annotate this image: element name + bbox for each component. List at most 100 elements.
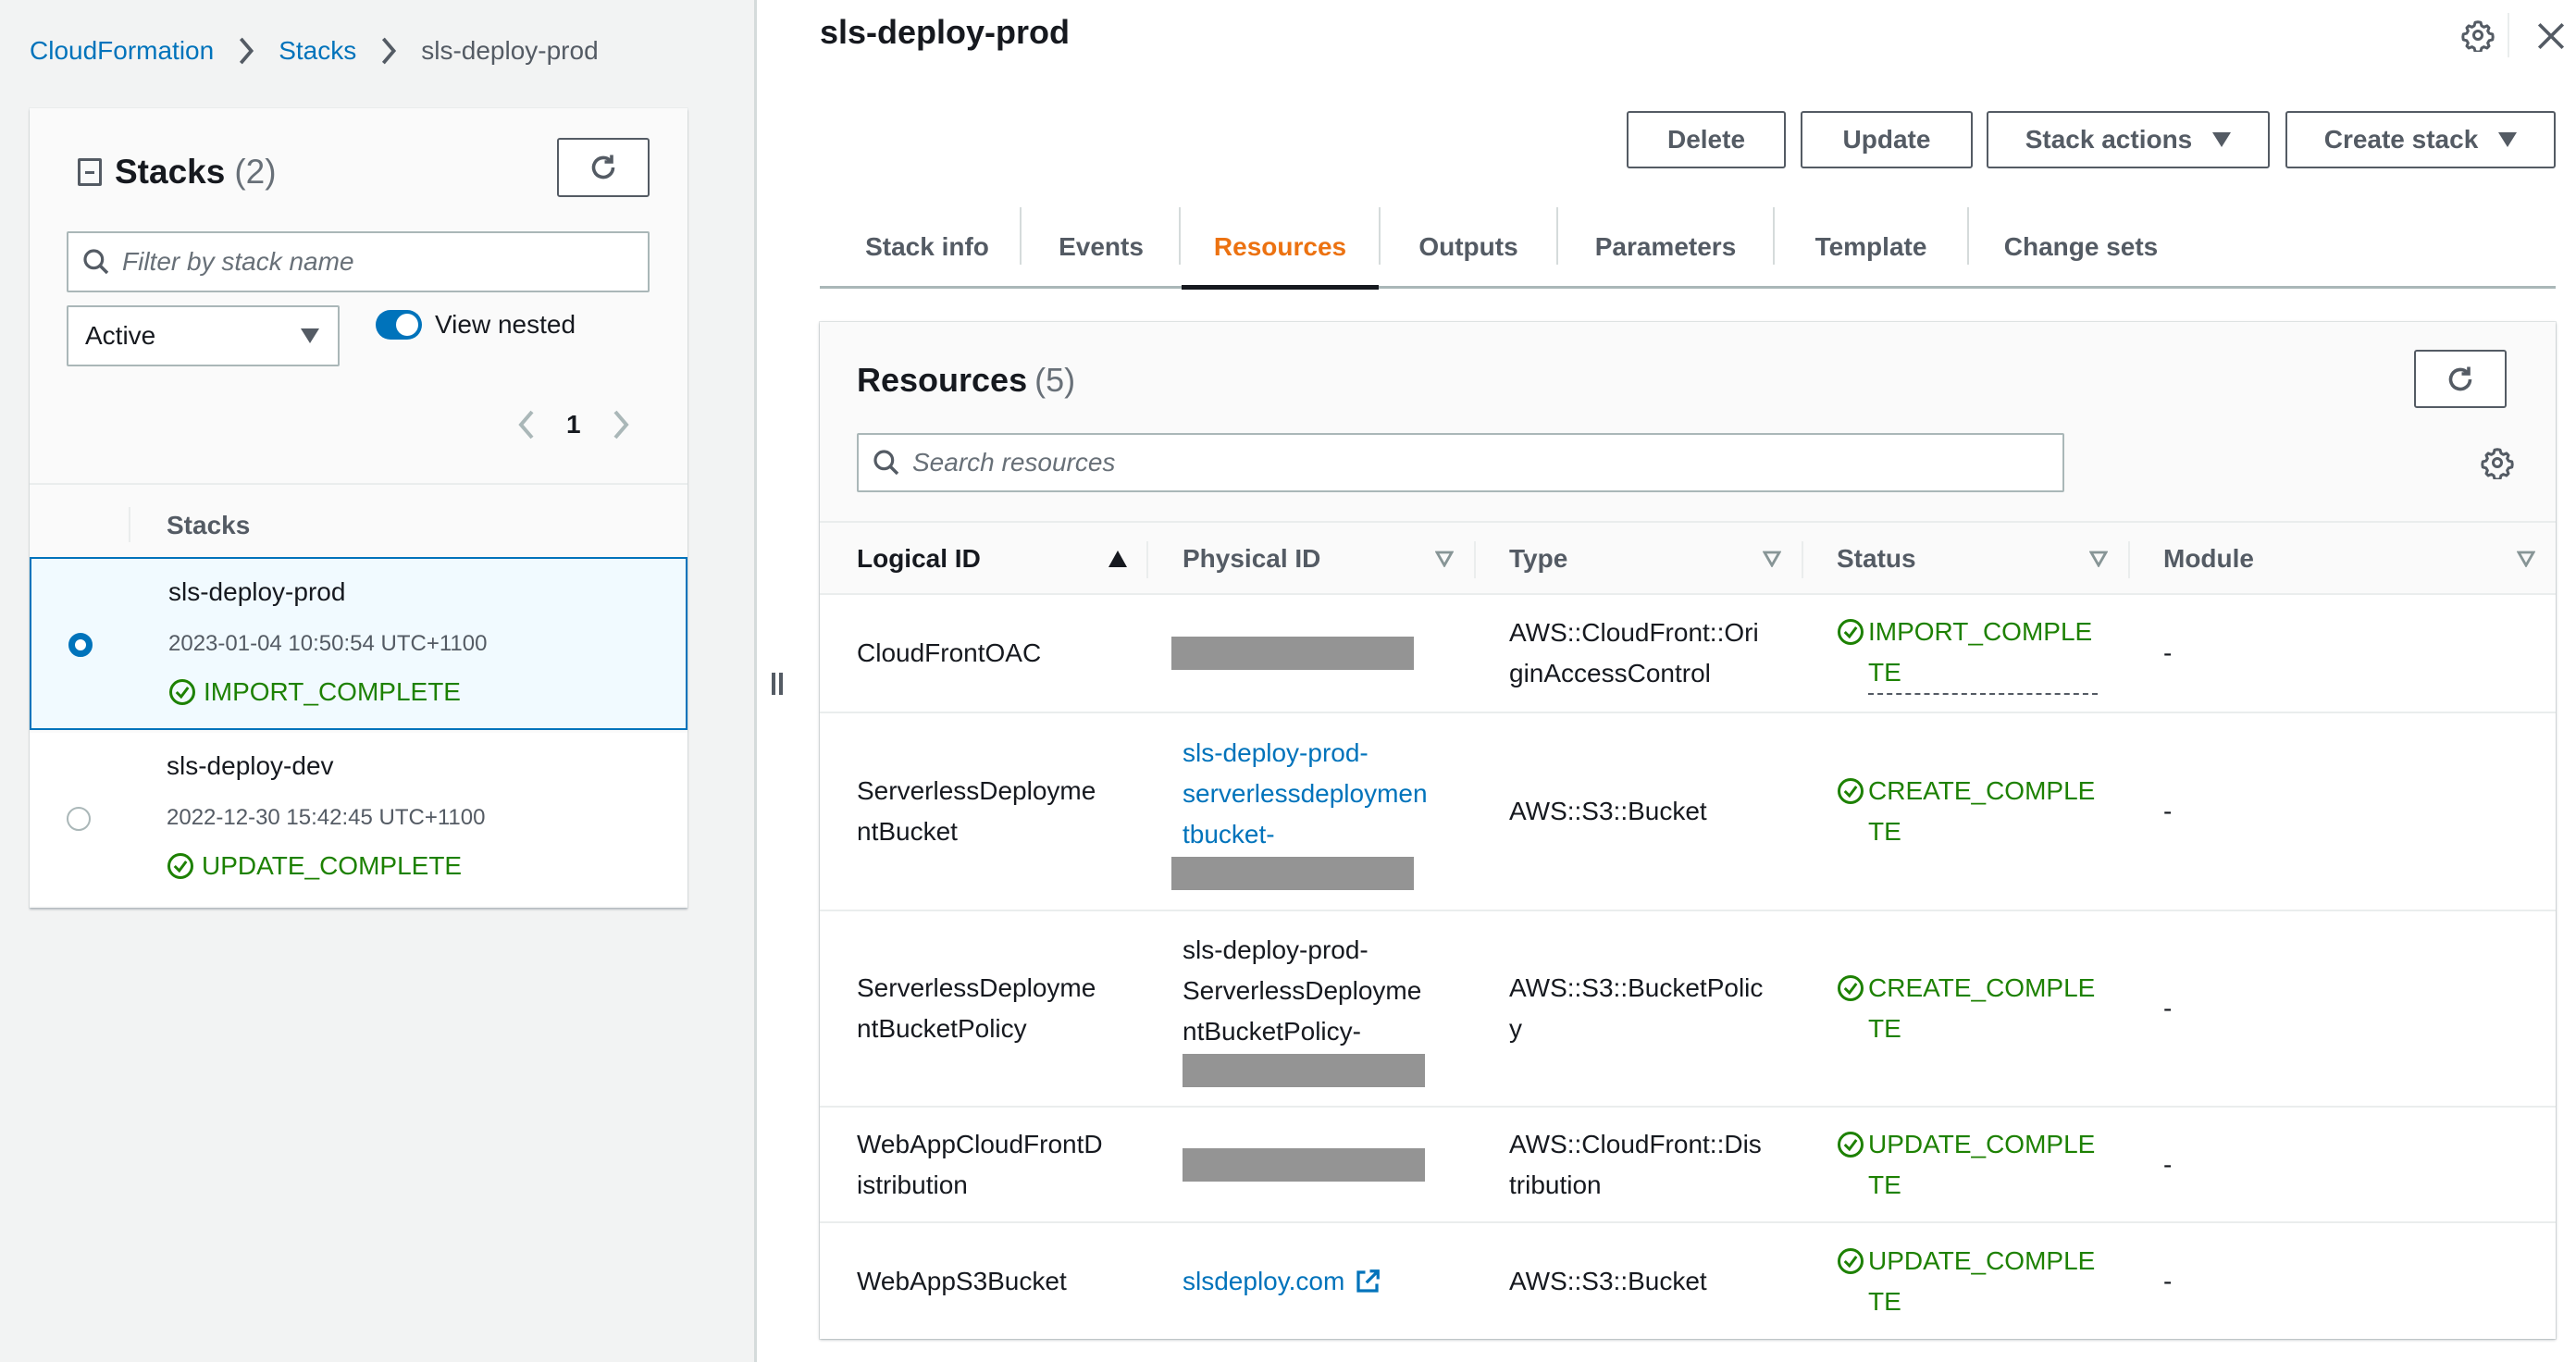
column-header-type[interactable]: Type [1474, 523, 1802, 595]
resources-search-input[interactable] [912, 448, 2062, 477]
stacks-column-header[interactable]: Stacks [167, 511, 250, 540]
create-stack-dropdown[interactable]: Create stack [2285, 111, 2556, 168]
redacted-physical-id [1171, 857, 1414, 890]
tab-resources[interactable]: Resources [1182, 207, 1379, 290]
cell-type: AWS::S3::Bucket [1509, 797, 1707, 825]
stack-row[interactable]: sls-deploy-dev 2022-12-30 15:42:45 UTC+1… [30, 733, 687, 906]
delete-button[interactable]: Delete [1627, 111, 1786, 168]
table-row: CloudFrontOAC AWS::CloudFront::Ori ginAc… [820, 595, 2556, 713]
cell-module: - [2163, 638, 2173, 667]
resources-refresh-button[interactable] [2414, 350, 2507, 408]
stack-radio[interactable] [67, 807, 91, 831]
stack-name: sls-deploy-dev [167, 751, 334, 780]
cell-module: - [2163, 797, 2173, 825]
column-header-status[interactable]: Status [1802, 523, 2128, 595]
tab-divider [1179, 207, 1181, 265]
stack-detail-tabs: Stack info Events Resources Outputs Para… [820, 207, 2556, 290]
external-link-icon[interactable] [1354, 1268, 1381, 1295]
status-badge: CREATE_COMPLE TE [1837, 968, 2095, 1049]
tab-events[interactable]: Events [1022, 207, 1181, 287]
redacted-physical-id [1171, 637, 1414, 670]
collapse-icon[interactable] [78, 158, 102, 186]
table-row: ServerlessDeployme ntBucketPolicy sls-de… [820, 911, 2556, 1108]
cell-module: - [2163, 1149, 2173, 1179]
stack-filter-input[interactable] [122, 247, 648, 277]
table-row: WebAppCloudFrontD istribution AWS::Cloud… [820, 1108, 2556, 1223]
table-row: ServerlessDeployme ntBucket sls-deploy-p… [820, 713, 2556, 911]
cell-type: AWS::S3::Bucket [1509, 1266, 1707, 1295]
resources-search-wrapper [857, 433, 2064, 492]
toggle-switch[interactable] [376, 310, 422, 340]
refresh-icon [591, 155, 615, 180]
breadcrumb-stacks[interactable]: Stacks [279, 36, 356, 66]
view-nested-toggle[interactable]: View nested [376, 310, 576, 340]
resources-table-header: Logical ID Physical ID Type Status Modul… [820, 523, 2556, 595]
cell-physical-id [1171, 595, 1458, 712]
split-panel-resize-handle[interactable] [770, 673, 785, 697]
view-nested-label: View nested [435, 310, 576, 339]
gear-icon[interactable] [2461, 19, 2495, 52]
stack-status: IMPORT_COMPLETE [168, 677, 461, 707]
status-filter-value: Active [85, 321, 156, 350]
previous-page-button[interactable] [511, 406, 542, 443]
chevron-left-icon [518, 410, 534, 440]
stacks-list-panel: Stacks (2) Active View nested 1 Stacks [30, 108, 687, 908]
cell-logical-id: CloudFrontOAC [857, 638, 1042, 667]
cell-physical-id: sls-deploy-prod- ServerlessDeployme ntBu… [1183, 911, 1469, 1106]
tab-parameters[interactable]: Parameters [1558, 207, 1773, 287]
stack-row[interactable]: sls-deploy-prod 2023-01-04 10:50:54 UTC+… [30, 557, 687, 730]
caret-down-icon [2212, 132, 2232, 147]
sort-unsorted-icon [1435, 551, 1454, 567]
cell-physical-id: sls-deploy-prod- serverlessdeploymen tbu… [1171, 713, 1469, 910]
cell-status: CREATE_COMPLE TE [1837, 713, 2114, 910]
next-page-button[interactable] [605, 406, 637, 443]
chevron-right-icon [373, 35, 404, 67]
cell-physical-id: slsdeploy.com [1183, 1223, 1469, 1339]
search-icon [873, 450, 899, 476]
stack-status: UPDATE_COMPLETE [167, 851, 462, 881]
status-filter-select[interactable]: Active [67, 305, 340, 366]
success-check-icon [1838, 975, 1864, 1001]
tab-change-sets[interactable]: Change sets [1969, 207, 2193, 287]
success-check-icon [1838, 619, 1864, 645]
stacks-refresh-button[interactable] [557, 138, 650, 197]
stack-radio-selected[interactable] [68, 633, 93, 657]
column-header-logical-id[interactable]: Logical ID [820, 523, 1147, 595]
breadcrumb: CloudFormation Stacks sls-deploy-prod [30, 35, 599, 67]
stack-actions-dropdown[interactable]: Stack actions [1987, 111, 2270, 168]
cell-type: AWS::CloudFront::Dis tribution [1509, 1129, 1762, 1199]
column-header-module[interactable]: Module [2128, 523, 2556, 595]
resources-title-text: Resources [857, 361, 1028, 399]
stack-timestamp: 2022-12-30 15:42:45 UTC+1100 [167, 805, 486, 830]
stack-status-text: IMPORT_COMPLETE [204, 677, 461, 706]
tab-template[interactable]: Template [1775, 207, 1967, 287]
redacted-physical-id [1183, 1054, 1425, 1087]
resources-title: Resources (5) [857, 361, 1075, 400]
status-badge[interactable]: IMPORT_COMPLE TE [1837, 612, 2099, 695]
tab-outputs[interactable]: Outputs [1381, 207, 1556, 287]
breadcrumb-cloudformation[interactable]: CloudFormation [30, 36, 214, 66]
table-settings-gear-icon[interactable] [2481, 446, 2514, 479]
stacks-count: (2) [234, 153, 277, 191]
caret-down-icon [2498, 132, 2518, 147]
current-page[interactable]: 1 [566, 410, 581, 440]
cell-type: AWS::S3::BucketPolic y [1509, 973, 1764, 1043]
sort-unsorted-icon [2089, 551, 2108, 567]
update-button[interactable]: Update [1801, 111, 1973, 168]
success-check-icon [1838, 1247, 1864, 1274]
caret-down-icon [301, 328, 319, 343]
success-check-icon [1838, 778, 1864, 804]
physical-id-text: sls-deploy-prod- ServerlessDeployme ntBu… [1183, 935, 1422, 1046]
redacted-physical-id [1183, 1147, 1425, 1182]
column-header-physical-id[interactable]: Physical ID [1147, 523, 1474, 595]
cell-module: - [2163, 1266, 2173, 1295]
physical-id-link[interactable]: sls-deploy-prod- serverlessdeploymen tbu… [1183, 733, 1428, 855]
resources-count: (5) [1034, 361, 1076, 399]
column-divider [129, 507, 130, 542]
stack-filter-input-wrapper [67, 231, 650, 292]
close-icon[interactable] [2535, 20, 2567, 52]
physical-id-external-link[interactable]: slsdeploy.com [1183, 1261, 1344, 1302]
cell-module: - [2163, 994, 2173, 1022]
column-header-label: Physical ID [1183, 544, 1321, 573]
tab-stack-info[interactable]: Stack info [820, 207, 1034, 287]
